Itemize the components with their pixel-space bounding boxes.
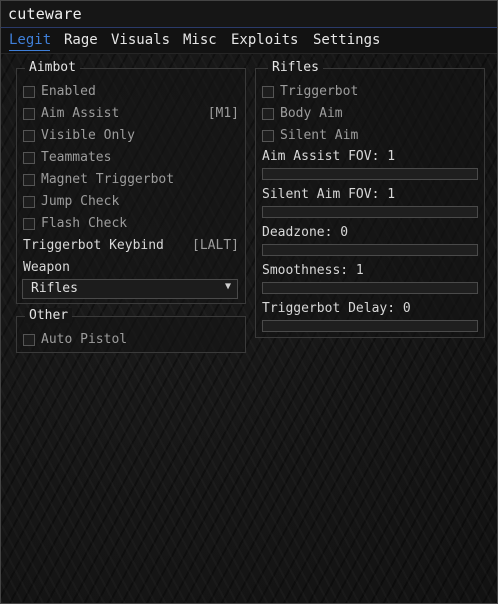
checkbox[interactable] — [23, 218, 35, 230]
tab-legit[interactable]: Legit — [9, 32, 51, 48]
tab-rage[interactable]: Rage — [64, 32, 98, 48]
triggerbot-delay-slider[interactable] — [262, 320, 478, 332]
rifles-group: Rifles Triggerbot Body Aim Silent Aim Ai… — [255, 60, 485, 338]
slider-label: Smoothness: 1 — [262, 263, 364, 278]
aim-assist-fov-slider[interactable] — [262, 168, 478, 180]
weapon-dropdown-value: Rifles — [31, 281, 78, 296]
app-window: cuteware Legit Rage Visuals Misc Exploit… — [0, 0, 498, 604]
dropdown-arrow-icon: ▼ — [224, 281, 231, 292]
weapon-dropdown[interactable]: Rifles ▼ — [22, 279, 238, 299]
checkbox-row-jump-check[interactable]: Jump Check — [23, 194, 239, 212]
checkbox[interactable] — [23, 86, 35, 98]
checkbox-label: Visible Only — [41, 128, 135, 143]
tab-exploits[interactable]: Exploits — [231, 32, 298, 48]
checkbox-row-magnet-triggerbot[interactable]: Magnet Triggerbot — [23, 172, 239, 190]
checkbox-row-aim-assist[interactable]: Aim Assist [M1] — [23, 106, 239, 124]
checkbox-label: Body Aim — [280, 106, 343, 121]
tab-bar: Legit Rage Visuals Misc Exploits Setting… — [1, 28, 497, 54]
checkbox[interactable] — [23, 152, 35, 164]
slider-label: Aim Assist FOV: 1 — [262, 149, 396, 164]
checkbox-label: Magnet Triggerbot — [41, 172, 175, 187]
other-group-title: Other — [25, 308, 73, 323]
checkbox-label: Enabled — [41, 84, 96, 99]
checkbox[interactable] — [262, 130, 274, 142]
checkbox-row-teammates[interactable]: Teammates — [23, 150, 239, 168]
checkbox[interactable] — [23, 174, 35, 186]
checkbox-label: Teammates — [41, 150, 112, 165]
checkbox[interactable] — [23, 108, 35, 120]
tab-visuals[interactable]: Visuals — [111, 32, 170, 48]
checkbox-label: Triggerbot — [280, 84, 359, 99]
checkbox[interactable] — [262, 86, 274, 98]
checkbox-label: Flash Check — [41, 216, 128, 231]
checkbox-row-silent-aim[interactable]: Silent Aim — [262, 128, 478, 146]
active-tab-indicator — [9, 50, 50, 51]
aimbot-group: Aimbot Enabled Aim Assist [M1] Visible O… — [16, 60, 246, 304]
tab-misc[interactable]: Misc — [183, 32, 217, 48]
checkbox-row-visible-only[interactable]: Visible Only — [23, 128, 239, 146]
other-group: Other Auto Pistol — [16, 308, 246, 353]
checkbox-label: Aim Assist — [41, 106, 120, 121]
checkbox-row-auto-pistol[interactable]: Auto Pistol — [23, 332, 239, 350]
smoothness-slider[interactable] — [262, 282, 478, 294]
silent-aim-fov-slider[interactable] — [262, 206, 478, 218]
checkbox-label: Auto Pistol — [41, 332, 128, 347]
aimbot-group-title: Aimbot — [25, 60, 80, 75]
slider-label: Silent Aim FOV: 1 — [262, 187, 396, 202]
title-bar[interactable]: cuteware — [1, 1, 497, 28]
checkbox[interactable] — [262, 108, 274, 120]
checkbox[interactable] — [23, 334, 35, 346]
weapon-label: Weapon — [23, 260, 70, 275]
triggerbot-keybind-value[interactable]: [LALT] — [192, 238, 239, 253]
slider-label: Triggerbot Delay: 0 — [262, 301, 411, 316]
slider-label: Deadzone: 0 — [262, 225, 349, 240]
checkbox[interactable] — [23, 130, 35, 142]
deadzone-slider[interactable] — [262, 244, 478, 256]
checkbox-row-body-aim[interactable]: Body Aim — [262, 106, 478, 124]
checkbox-row-triggerbot[interactable]: Triggerbot — [262, 84, 478, 102]
tab-settings[interactable]: Settings — [313, 32, 380, 48]
triggerbot-keybind-label: Triggerbot Keybind — [23, 238, 164, 253]
checkbox-row-flash-check[interactable]: Flash Check — [23, 216, 239, 234]
checkbox-label: Silent Aim — [280, 128, 359, 143]
checkbox-label: Jump Check — [41, 194, 120, 209]
rifles-group-title: Rifles — [268, 60, 323, 75]
checkbox[interactable] — [23, 196, 35, 208]
app-title: cuteware — [8, 5, 82, 23]
aim-assist-keybind[interactable]: [M1] — [208, 106, 239, 121]
checkbox-row-enabled[interactable]: Enabled — [23, 84, 239, 102]
